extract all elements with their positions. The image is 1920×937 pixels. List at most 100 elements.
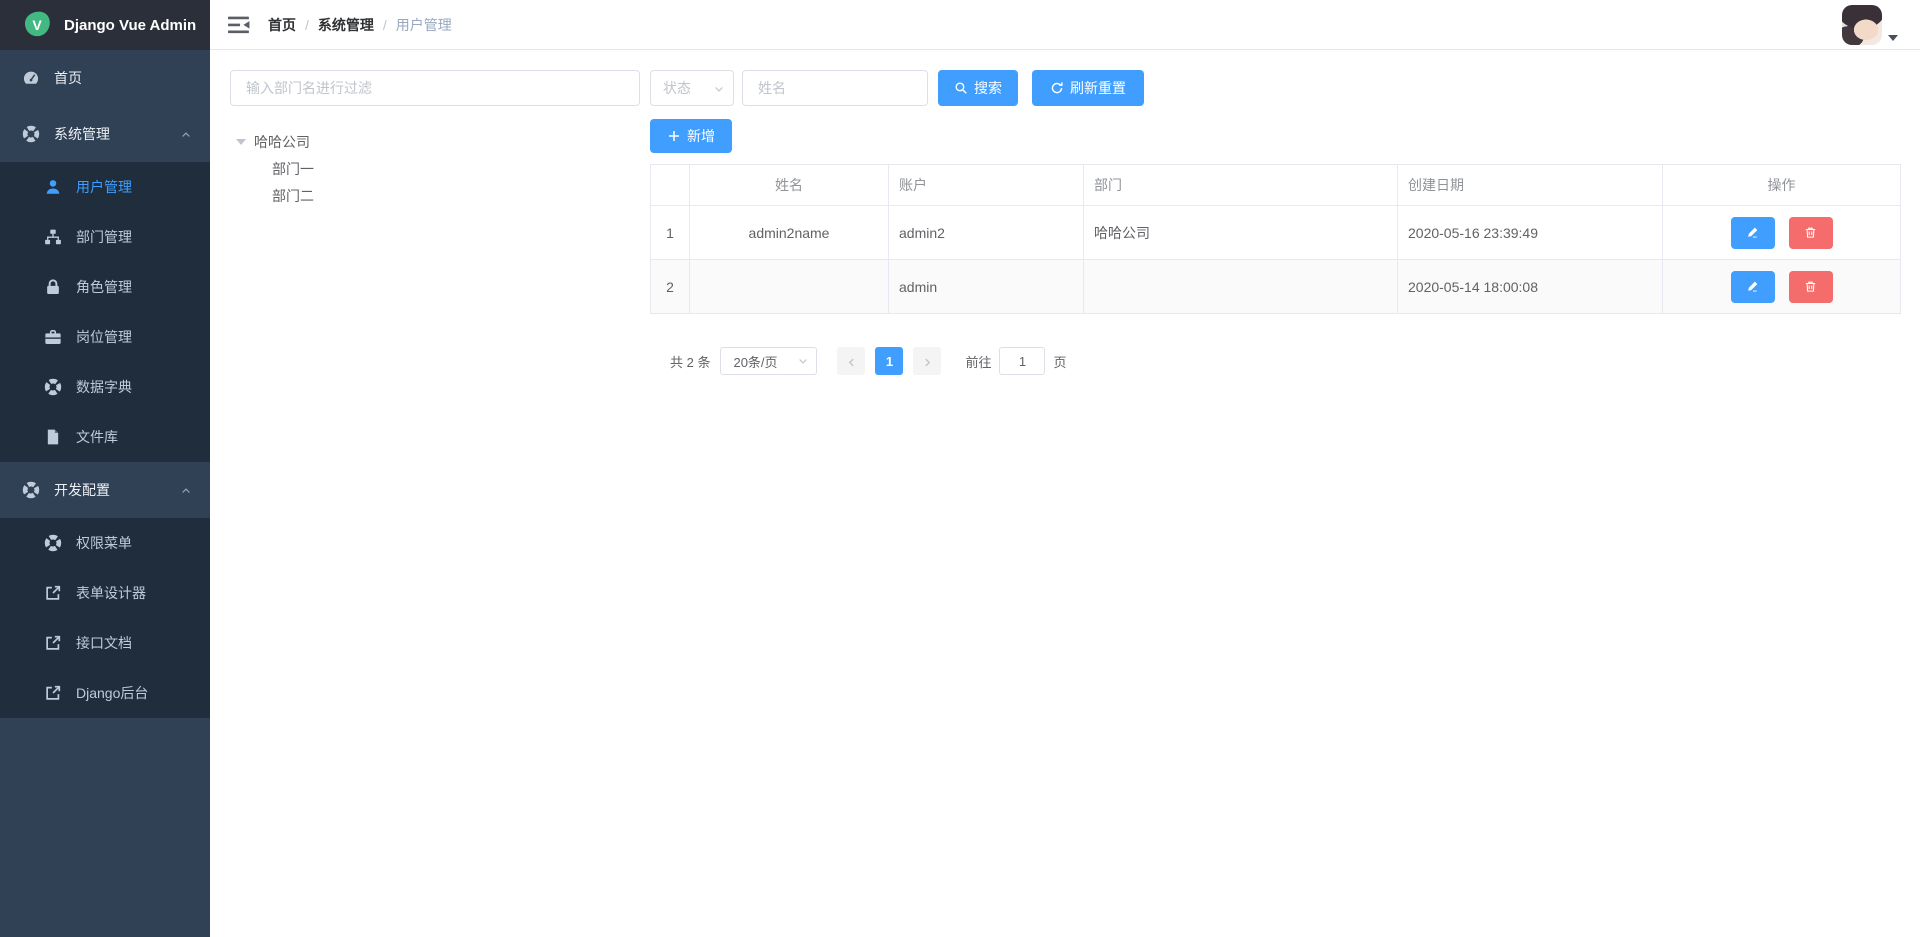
sidebar-item-permission-menu[interactable]: 权限菜单 (0, 518, 210, 568)
cell-name: admin2name (690, 206, 889, 260)
sidebar-item-label: 表单设计器 (76, 583, 146, 603)
component-icon (22, 481, 40, 499)
sidebar-item-posts[interactable]: 岗位管理 (0, 312, 210, 362)
edit-button[interactable] (1731, 271, 1775, 303)
sidebar-item-home[interactable]: 首页 (0, 50, 210, 106)
sidebar-item-files[interactable]: 文件库 (0, 412, 210, 462)
tree-node-label: 部门一 (272, 159, 314, 179)
sidebar-item-departments[interactable]: 部门管理 (0, 212, 210, 262)
briefcase-icon (44, 328, 62, 346)
sidebar-item-label: 用户管理 (76, 177, 132, 197)
column-header-actions: 操作 (1663, 165, 1901, 206)
cell-index: 1 (651, 206, 690, 260)
delete-button[interactable] (1789, 217, 1833, 249)
sidebar-item-label: 文件库 (76, 427, 118, 447)
status-select-value: 状态 (663, 78, 691, 98)
user-menu[interactable] (1842, 5, 1898, 45)
breadcrumb: 首页 / 系统管理 / 用户管理 (268, 15, 452, 35)
cell-created: 2020-05-14 18:00:08 (1398, 260, 1663, 314)
sidebar-item-api-docs[interactable]: 接口文档 (0, 618, 210, 668)
tree-node-label: 部门二 (272, 186, 314, 206)
edit-button[interactable] (1731, 217, 1775, 249)
tree-node-company[interactable]: 哈哈公司 (230, 128, 640, 155)
sidebar-item-django-admin[interactable]: Django后台 (0, 668, 210, 718)
goto-page-input[interactable] (999, 347, 1045, 375)
table-row: 1 admin2name admin2 哈哈公司 2020-05-16 23:3… (651, 206, 1901, 260)
column-header-dept: 部门 (1084, 165, 1398, 206)
dashboard-icon (22, 69, 40, 87)
table-row: 2 admin 2020-05-14 18:00:08 (651, 260, 1901, 314)
cell-actions (1663, 206, 1901, 260)
search-button[interactable]: 搜索 (938, 70, 1018, 106)
chevron-down-icon (797, 355, 809, 367)
name-filter-input[interactable] (742, 70, 928, 106)
sidebar-item-dictionary[interactable]: 数据字典 (0, 362, 210, 412)
cell-index: 2 (651, 260, 690, 314)
breadcrumb-separator: / (305, 17, 309, 33)
tree-node-dept1[interactable]: 部门一 (230, 155, 640, 182)
sidebar-group-dev[interactable]: 开发配置 (0, 462, 210, 518)
lock-icon (44, 278, 62, 296)
cell-account: admin (889, 260, 1084, 314)
cell-dept: 哈哈公司 (1084, 206, 1398, 260)
tree-node-dept2[interactable]: 部门二 (230, 182, 640, 209)
sidebar-toggle-button[interactable] (228, 15, 250, 35)
delete-button[interactable] (1789, 271, 1833, 303)
chevron-up-icon (180, 128, 192, 140)
trash-icon (1804, 226, 1817, 239)
next-page-button[interactable] (913, 347, 941, 375)
add-button-label: 新增 (687, 126, 715, 146)
component-icon (44, 534, 62, 552)
svg-text:V: V (32, 17, 42, 33)
department-filter-input[interactable] (230, 70, 640, 106)
page-number-button[interactable]: 1 (875, 347, 903, 375)
department-tree: 哈哈公司 部门一 部门二 (230, 128, 640, 209)
avatar[interactable] (1842, 5, 1882, 45)
filter-toolbar: 状态 搜索 (650, 70, 1900, 106)
app-title: Django Vue Admin (64, 17, 196, 34)
chevron-left-icon (846, 356, 857, 367)
goto-page-label: 前往 (965, 352, 991, 371)
trash-icon (1804, 280, 1817, 293)
sidebar-submenu-dev: 权限菜单 表单设计器 接口文档 (0, 518, 210, 718)
breadcrumb-separator: / (383, 17, 387, 33)
pagination: 共 2 条 20条/页 1 (670, 347, 1900, 375)
sidebar-item-label: 角色管理 (76, 277, 132, 297)
sidebar-item-users[interactable]: 用户管理 (0, 162, 210, 212)
breadcrumb-system[interactable]: 系统管理 (318, 15, 374, 35)
pagination-total: 共 2 条 (670, 352, 710, 371)
refresh-reset-button[interactable]: 刷新重置 (1032, 70, 1144, 106)
caret-down-icon (236, 139, 246, 145)
status-select[interactable]: 状态 (650, 70, 734, 106)
prev-page-button[interactable] (837, 347, 865, 375)
vue-logo-icon: V (22, 10, 52, 40)
department-tree-panel: 哈哈公司 部门一 部门二 (230, 70, 640, 209)
sidebar-item-form-designer[interactable]: 表单设计器 (0, 568, 210, 618)
sidebar-item-label: 接口文档 (76, 633, 132, 653)
sidebar-submenu-system: 用户管理 部门管理 角色管理 (0, 162, 210, 462)
document-icon (44, 428, 62, 446)
page-size-select[interactable]: 20条/页 (720, 347, 817, 375)
component-icon (22, 125, 40, 143)
cell-account: admin2 (889, 206, 1084, 260)
breadcrumb-home[interactable]: 首页 (268, 15, 296, 35)
sidebar-item-roles[interactable]: 角色管理 (0, 262, 210, 312)
sidebar-group-system[interactable]: 系统管理 (0, 106, 210, 162)
add-button[interactable]: 新增 (650, 119, 732, 153)
users-panel: 状态 搜索 (650, 70, 1900, 375)
tree-node-label: 哈哈公司 (254, 132, 310, 152)
app-window: V Django Vue Admin 首页 系统管理 (0, 0, 1920, 937)
search-button-label: 搜索 (974, 78, 1002, 98)
sidebar: V Django Vue Admin 首页 系统管理 (0, 0, 210, 937)
edit-icon (1746, 280, 1759, 293)
sidebar-item-label: 数据字典 (76, 377, 132, 397)
refresh-icon (1050, 81, 1064, 95)
edit-icon (1746, 226, 1759, 239)
chevron-right-icon (922, 356, 933, 367)
plus-icon (667, 129, 681, 143)
refresh-reset-button-label: 刷新重置 (1070, 78, 1126, 98)
chevron-up-icon (180, 484, 192, 496)
sidebar-item-label: 岗位管理 (76, 327, 132, 347)
app-logo[interactable]: V Django Vue Admin (0, 0, 210, 50)
external-link-icon (44, 634, 62, 652)
